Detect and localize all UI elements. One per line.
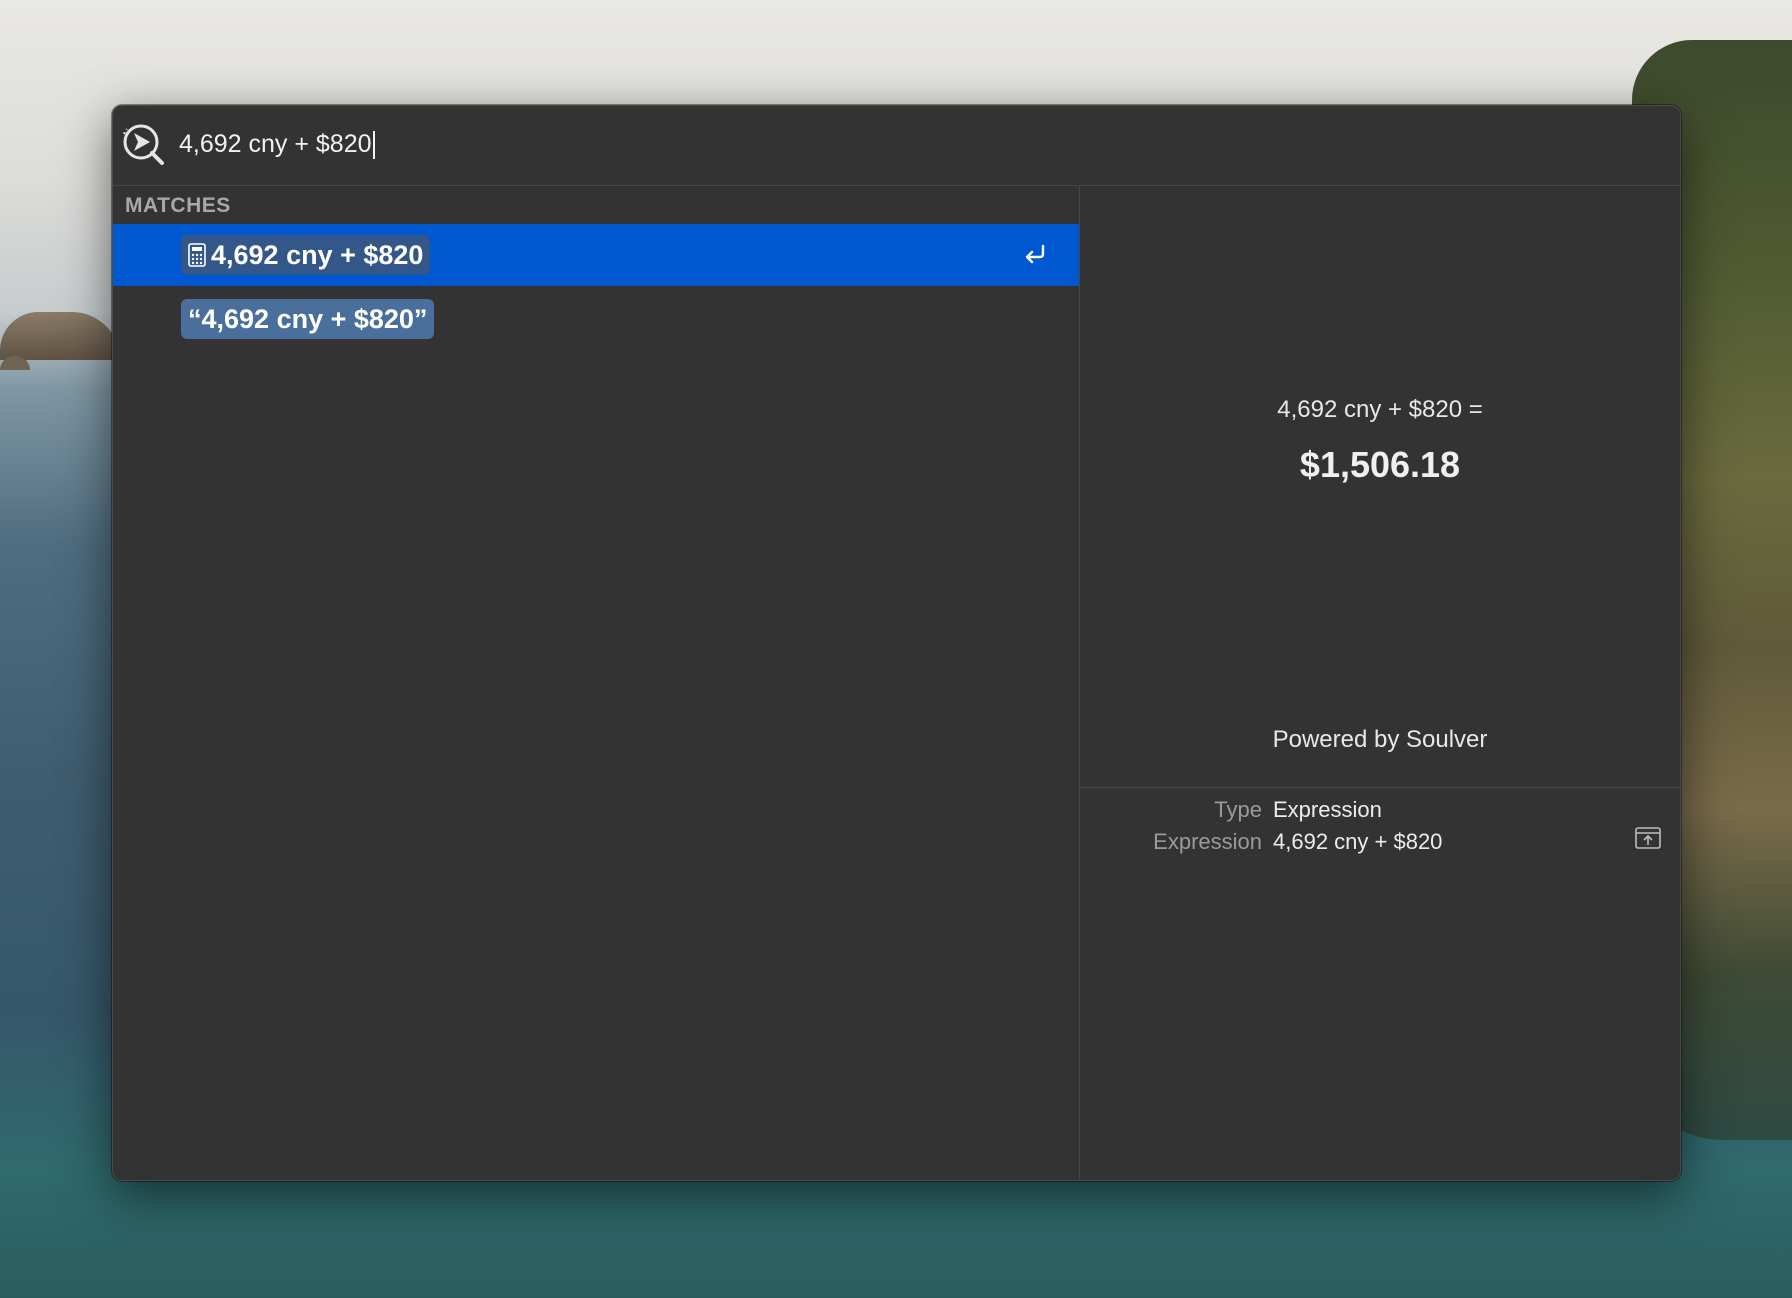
metadata-value: Expression [1273, 797, 1382, 822]
metadata-key: Expression [1153, 829, 1262, 854]
search-input[interactable]: 4,692 cny + $820 [179, 126, 375, 162]
result-pill: “4,692 cny + $820” [181, 299, 435, 339]
wallpaper-island [0, 312, 120, 360]
results-pane: MATCHES 4,692 cny + $820 “4,692 cny + $8… [113, 186, 1080, 1180]
metadata-row-expression: Expression 4,692 cny + $820 [1080, 827, 1680, 857]
metadata-value: 4,692 cny + $820 [1273, 829, 1443, 854]
text-caret [372, 131, 375, 160]
calculator-icon [188, 243, 206, 267]
result-label: “4,692 cny + $820” [188, 303, 428, 334]
return-key-icon [1025, 244, 1045, 264]
share-icon[interactable] [1634, 826, 1662, 850]
result-row-text[interactable]: “4,692 cny + $820” [113, 288, 1079, 350]
preview-pane: 4,692 cny + $820 = $1,506.18 Powered by … [1080, 186, 1680, 1180]
metadata-divider [1080, 787, 1680, 788]
result-pill: 4,692 cny + $820 [181, 235, 431, 275]
powered-by-label: Powered by Soulver [1272, 726, 1488, 753]
app-logo-icon [123, 124, 164, 165]
metadata-row-type: Type Expression [1080, 795, 1680, 825]
result-row-calculation[interactable]: 4,692 cny + $820 [113, 224, 1079, 286]
calculation-result: $1,506.18 [1299, 444, 1461, 485]
section-header-matches: MATCHES [125, 194, 231, 217]
search-bar: 4,692 cny + $820 [113, 106, 1680, 186]
calculation-expression: 4,692 cny + $820 = [1277, 396, 1483, 423]
metadata-key: Type [1214, 797, 1262, 822]
search-query-text: 4,692 cny + $820 [179, 130, 372, 158]
result-label: 4,692 cny + $820 [211, 239, 424, 270]
launcher-window: 4,692 cny + $820 MATCHES 4,692 cny + $82… [112, 105, 1681, 1181]
